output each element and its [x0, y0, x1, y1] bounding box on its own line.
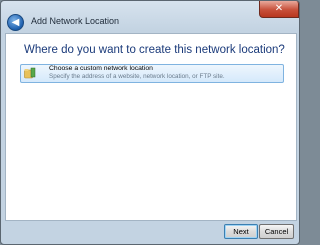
custom-network-location-option[interactable]: Choose a custom network location Specify… — [20, 64, 284, 83]
page-title: Where do you want to create this network… — [24, 44, 285, 56]
title-bar: ◀ Add Network Location ✕ — [1, 1, 299, 31]
wizard-footer: Next Cancel — [1, 220, 299, 244]
close-button[interactable]: ✕ — [259, 1, 299, 18]
option-description: Specify the address of a website, networ… — [49, 73, 225, 80]
wizard-content: Where do you want to create this network… — [5, 33, 297, 221]
back-button[interactable]: ◀ — [7, 14, 24, 31]
next-button[interactable]: Next — [224, 224, 258, 239]
folder-icon — [24, 67, 36, 79]
cancel-button[interactable]: Cancel — [259, 224, 294, 239]
window-title: Add Network Location — [31, 16, 120, 26]
option-title: Choose a custom network location — [49, 65, 153, 72]
wizard-window: ◀ Add Network Location ✕ Where do you wa… — [0, 0, 300, 245]
